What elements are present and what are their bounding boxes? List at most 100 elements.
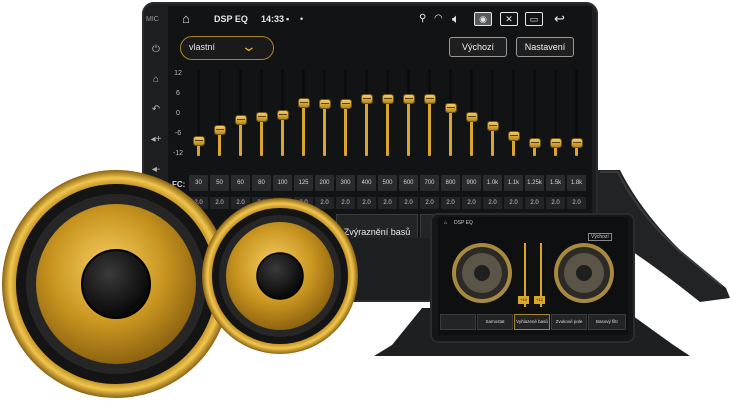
band-frequency[interactable]: 80: [252, 175, 271, 191]
db-tick-label: -6: [174, 130, 182, 137]
eq-slider-knob[interactable]: [319, 100, 330, 109]
home-icon[interactable]: ⌂: [182, 11, 190, 26]
eq-slider-track[interactable]: [428, 70, 431, 156]
window-icon[interactable]: ▭: [525, 12, 543, 26]
location-icon: ⚲: [419, 13, 427, 24]
mini-value-left: +10: [518, 296, 529, 304]
mini-title: DSP EQ: [454, 220, 473, 226]
eq-slider-knob[interactable]: [466, 113, 477, 122]
band-frequency[interactable]: 400: [357, 175, 376, 191]
db-tick-label: 6: [176, 90, 180, 97]
band-q-value[interactable]: 2.0: [420, 197, 439, 209]
eq-slider-track[interactable]: [512, 70, 515, 156]
mini-head-unit: ⌂ DSP EQ Výchozí +10 +12 Samostat Vyhlaz…: [430, 213, 635, 343]
close-box-icon[interactable]: ✕: [500, 12, 518, 26]
band-frequency[interactable]: 600: [399, 175, 418, 191]
eq-slider-knob[interactable]: [445, 103, 456, 112]
wifi-icon: ◠: [434, 13, 443, 24]
mini-tab-2[interactable]: Vyhlazené basů: [514, 314, 550, 330]
eq-slider-knob[interactable]: [571, 139, 582, 148]
large-speaker-image: [2, 170, 230, 398]
band-frequency[interactable]: 30: [189, 175, 208, 191]
eq-slider-knob[interactable]: [487, 121, 498, 130]
band-q-value[interactable]: 2.0: [210, 197, 229, 209]
side-panel: MIC ⏻ ⌂ ↶ ◂+ ◂-: [146, 12, 166, 192]
status-bar: ⌂ DSP EQ 14:33 ▪ • ⚲ ◠ 🔈︎ ◉ ✕ ▭ ↩: [168, 6, 592, 32]
eq-slider-track[interactable]: [407, 70, 410, 156]
band-frequency[interactable]: 125: [294, 175, 313, 191]
power-icon[interactable]: ⏻: [150, 44, 162, 56]
preset-label: vlastní: [189, 42, 216, 52]
dot-icon: •: [300, 14, 304, 24]
band-frequency[interactable]: 900: [462, 175, 481, 191]
band-q-value[interactable]: 2.0: [525, 197, 544, 209]
eq-slider-knob[interactable]: [235, 115, 246, 124]
eq-slider-knob[interactable]: [508, 132, 519, 141]
mini-screen: ⌂ DSP EQ Výchozí +10 +12 Samostat Vyhlaz…: [438, 217, 628, 335]
preset-dropdown[interactable]: vlastní ⌄: [180, 36, 274, 60]
band-frequency[interactable]: 300: [336, 175, 355, 191]
mini-tab-4[interactable]: Basový filtr: [588, 314, 626, 330]
band-q-value[interactable]: 2.0: [504, 197, 523, 209]
band-q-value[interactable]: 2.0: [462, 197, 481, 209]
db-tick-label: 12: [174, 70, 182, 77]
band-frequency[interactable]: 1.1k: [504, 175, 523, 191]
band-frequency[interactable]: 1.0k: [483, 175, 502, 191]
band-q-value[interactable]: 2.0: [399, 197, 418, 209]
band-frequency[interactable]: 60: [231, 175, 250, 191]
eq-slider-knob[interactable]: [550, 139, 561, 148]
eq-slider-knob[interactable]: [424, 95, 435, 104]
volume-icon[interactable]: 🔈︎: [452, 11, 460, 27]
settings-button[interactable]: Nastavení: [516, 37, 574, 57]
band-q-value[interactable]: 2.0: [336, 197, 355, 209]
band-frequency[interactable]: 1.25k: [525, 175, 544, 191]
band-frequency[interactable]: 50: [210, 175, 229, 191]
eq-slider-knob[interactable]: [361, 95, 372, 104]
mini-value-right: +12: [534, 296, 545, 304]
back-icon[interactable]: ↶: [150, 104, 162, 116]
default-button[interactable]: Výchozí: [449, 37, 507, 57]
home-icon[interactable]: ⌂: [150, 74, 162, 86]
db-tick-label: 0: [176, 110, 180, 117]
eq-slider-track[interactable]: [218, 70, 221, 156]
band-frequency[interactable]: 800: [441, 175, 460, 191]
sd-card-icon: ▪: [286, 14, 290, 24]
band-q-value[interactable]: 2.0: [357, 197, 376, 209]
eq-slider-knob[interactable]: [529, 139, 540, 148]
band-q-value[interactable]: 2.0: [483, 197, 502, 209]
band-frequency[interactable]: 100: [273, 175, 292, 191]
eq-slider-knob[interactable]: [298, 98, 309, 107]
mini-tab-1[interactable]: Samostat: [477, 314, 513, 330]
band-frequency[interactable]: 700: [420, 175, 439, 191]
eq-slider-track[interactable]: [365, 70, 368, 156]
clock: 14:33: [261, 14, 285, 24]
back-icon[interactable]: ↩: [554, 11, 565, 27]
screenshot-icon[interactable]: ◉: [474, 12, 492, 26]
eq-slider-track[interactable]: [302, 70, 305, 156]
band-frequency[interactable]: 500: [378, 175, 397, 191]
eq-slider-knob[interactable]: [340, 100, 351, 109]
eq-slider-track[interactable]: [344, 70, 347, 156]
eq-slider-knob[interactable]: [277, 110, 288, 119]
app-title: DSP EQ: [214, 14, 248, 24]
eq-slider-track[interactable]: [449, 70, 452, 156]
band-frequency[interactable]: 200: [315, 175, 334, 191]
mic-label: MIC: [146, 16, 159, 23]
small-speaker-image: [202, 198, 358, 354]
eq-slider-knob[interactable]: [256, 113, 267, 122]
mini-home-icon[interactable]: ⌂: [444, 220, 447, 226]
dsp-eq-screen: ⌂ DSP EQ 14:33 ▪ • ⚲ ◠ 🔈︎ ◉ ✕ ▭ ↩ vlastn…: [168, 6, 592, 238]
eq-slider-knob[interactable]: [214, 126, 225, 135]
eq-slider-knob[interactable]: [193, 136, 204, 145]
mini-tab-0[interactable]: [440, 314, 476, 330]
eq-slider-track[interactable]: [491, 70, 494, 156]
eq-slider-track[interactable]: [386, 70, 389, 156]
band-q-value[interactable]: 2.0: [378, 197, 397, 209]
volume-up-icon[interactable]: ◂+: [150, 134, 162, 146]
eq-slider-knob[interactable]: [382, 95, 393, 104]
mini-tab-3[interactable]: Zvukové pole: [551, 314, 587, 330]
eq-slider-track[interactable]: [323, 70, 326, 156]
band-q-value[interactable]: 2.0: [441, 197, 460, 209]
eq-slider-knob[interactable]: [403, 95, 414, 104]
eq-slider-track[interactable]: [239, 70, 242, 156]
